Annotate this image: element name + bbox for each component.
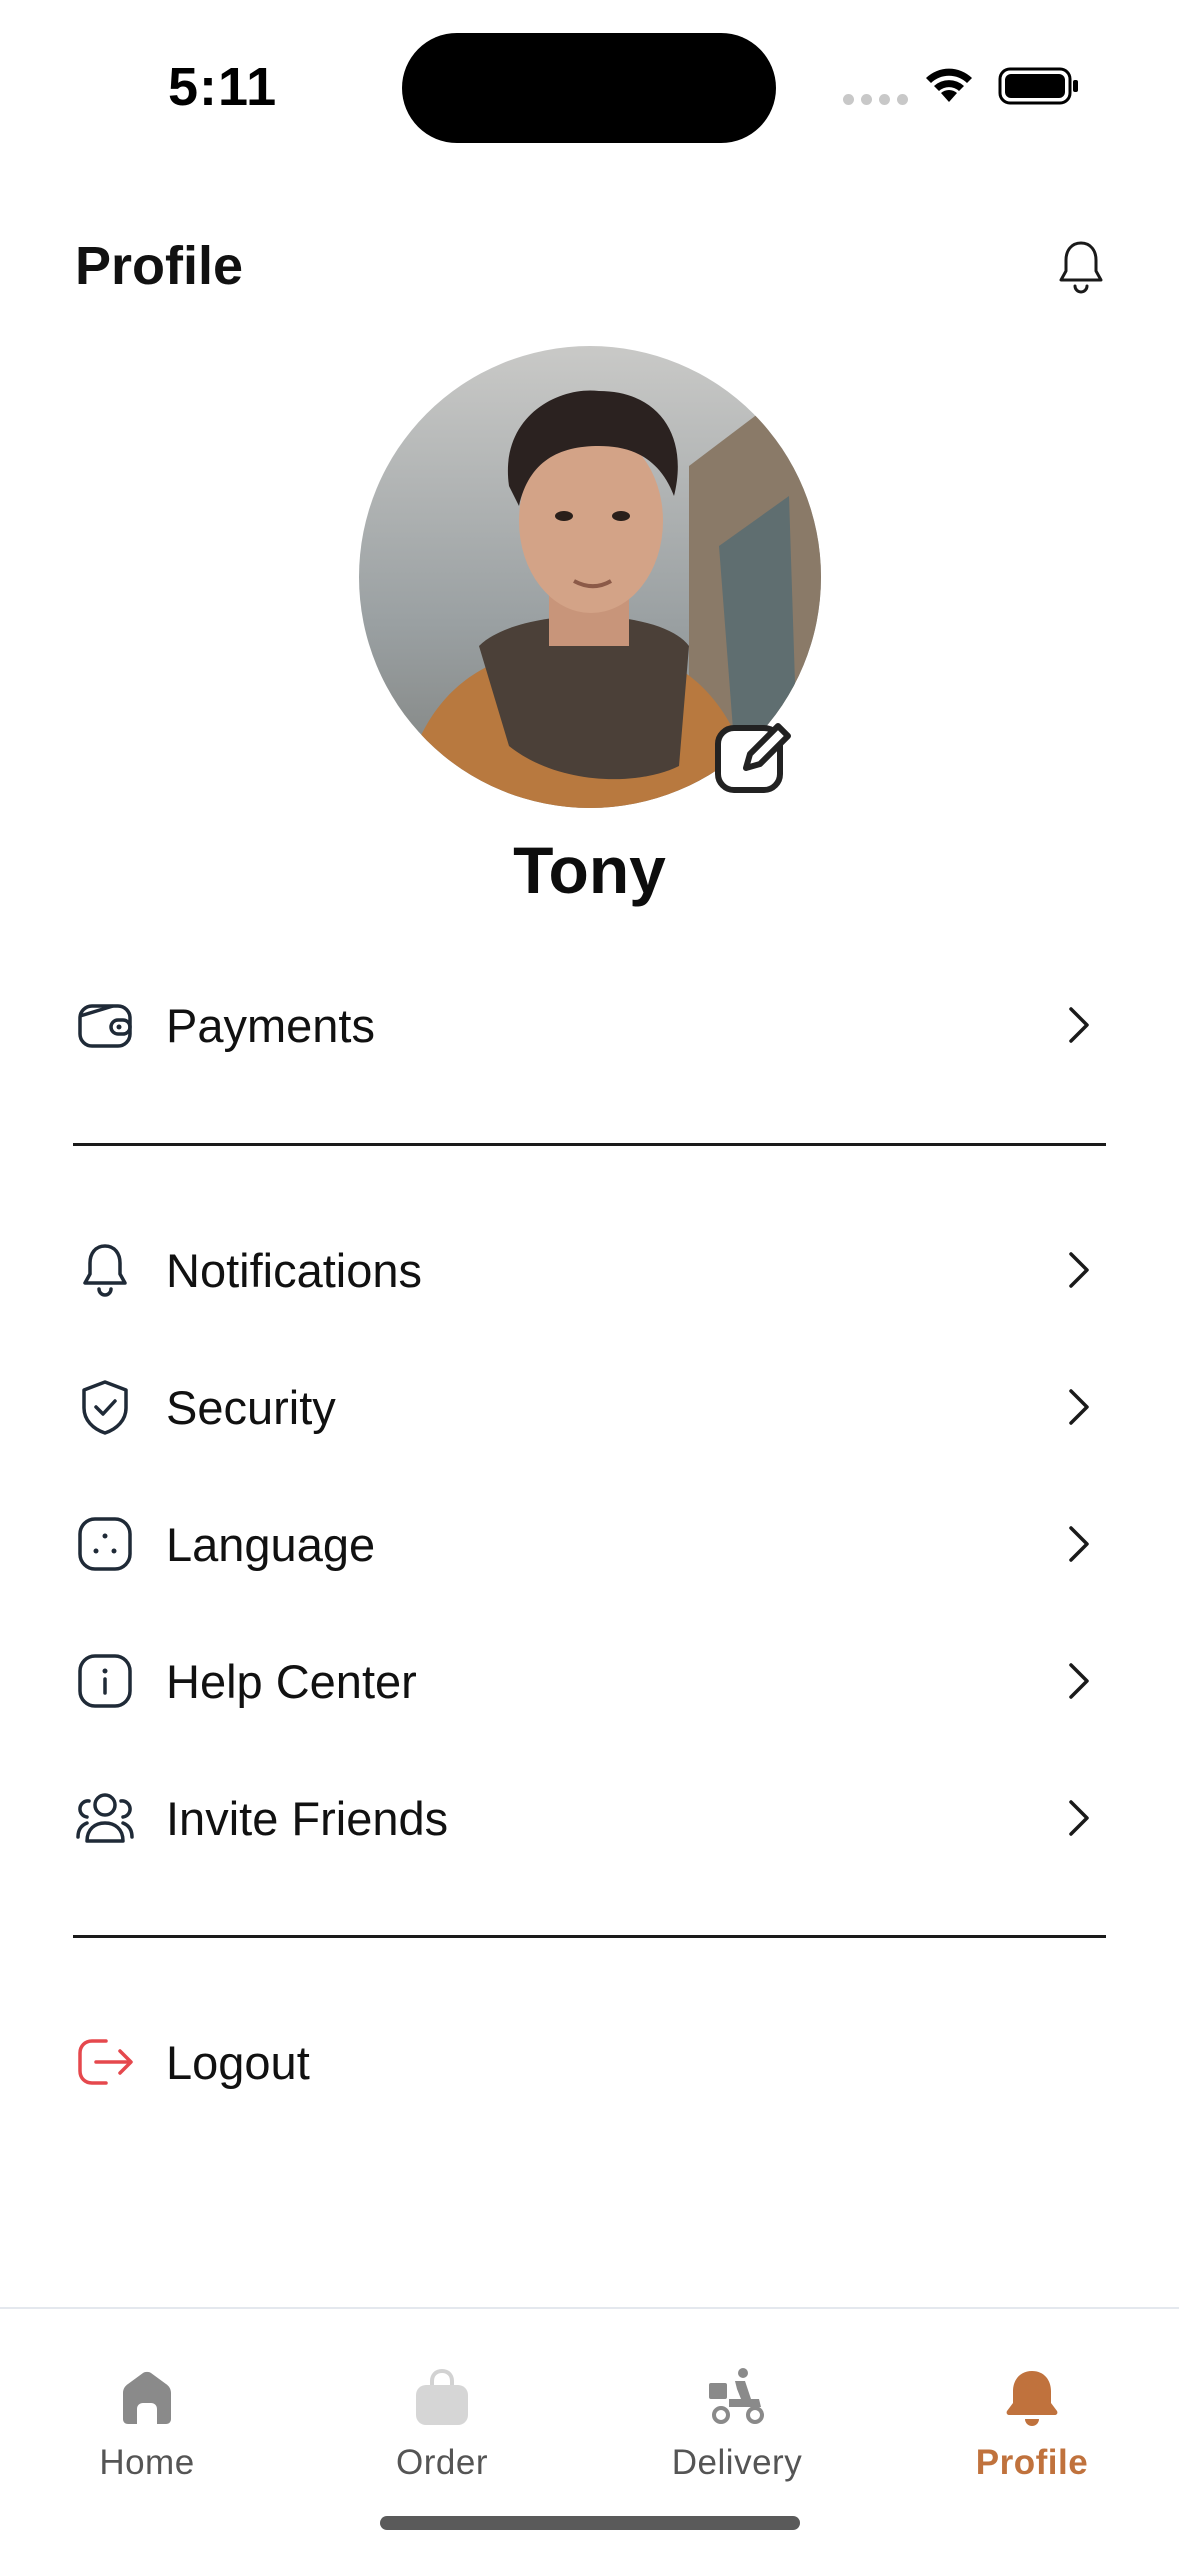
- menu-item-label: Notifications: [166, 1243, 422, 1297]
- shield-check-icon: [73, 1375, 137, 1439]
- tab-profile[interactable]: Profile: [932, 2365, 1132, 2483]
- wallet-icon: [73, 993, 137, 1057]
- edit-icon[interactable]: [706, 706, 802, 802]
- bell-filled-icon: [1006, 2371, 1058, 2426]
- menu-item-security[interactable]: Security: [73, 1357, 1107, 1457]
- menu-item-label: Invite Friends: [166, 1791, 449, 1845]
- dynamic-island: [402, 33, 776, 143]
- user-name: Tony: [513, 833, 666, 907]
- info-icon: [73, 1649, 137, 1713]
- bell-icon[interactable]: [1056, 238, 1106, 296]
- battery-icon: [998, 67, 1078, 105]
- page-title: Profile: [75, 236, 244, 296]
- divider: [73, 1143, 1106, 1146]
- bag-icon: [416, 2368, 468, 2425]
- divider: [73, 1935, 1106, 1938]
- chevron-right-icon: [1069, 1800, 1089, 1836]
- menu-item-logout[interactable]: Logout: [73, 2012, 1107, 2112]
- chevron-right-icon: [1069, 1389, 1089, 1425]
- tab-label: Delivery: [671, 2443, 803, 2482]
- cellular-signal-icon: [843, 94, 908, 105]
- menu-item-invite-friends[interactable]: Invite Friends: [73, 1768, 1107, 1868]
- tab-delivery[interactable]: Delivery: [637, 2365, 837, 2483]
- menu-item-notifications[interactable]: Notifications: [73, 1220, 1107, 1320]
- tab-label: Profile: [975, 2443, 1089, 2482]
- language-icon: [73, 1512, 137, 1576]
- menu-item-language[interactable]: Language: [73, 1494, 1107, 1594]
- tab-label: Home: [99, 2443, 195, 2482]
- tab-order[interactable]: Order: [342, 2365, 542, 2483]
- menu-item-help-center[interactable]: Help Center: [73, 1631, 1107, 1731]
- scooter-icon: [709, 2368, 764, 2424]
- chevron-right-icon: [1069, 1663, 1089, 1699]
- menu-item-label: Help Center: [166, 1654, 417, 1708]
- menu-item-payments[interactable]: Payments: [73, 975, 1107, 1075]
- chevron-right-icon: [1069, 1526, 1089, 1562]
- tab-home[interactable]: Home: [47, 2365, 247, 2483]
- wifi-icon: [926, 68, 972, 102]
- status-time: 5:11: [168, 57, 278, 117]
- home-icon: [123, 2371, 171, 2424]
- tab-label: Order: [396, 2443, 488, 2482]
- menu-item-label: Logout: [166, 2035, 310, 2089]
- chevron-right-icon: [1069, 1252, 1089, 1288]
- status-bar: 5:11: [0, 0, 1179, 170]
- logout-icon: [73, 2030, 137, 2094]
- chevron-right-icon: [1069, 1007, 1089, 1043]
- menu-item-label: Payments: [166, 998, 375, 1052]
- menu-item-label: Language: [166, 1517, 376, 1571]
- menu-item-label: Security: [166, 1380, 336, 1434]
- users-icon: [73, 1786, 137, 1850]
- bell-icon: [73, 1238, 137, 1302]
- home-indicator: [380, 2516, 800, 2530]
